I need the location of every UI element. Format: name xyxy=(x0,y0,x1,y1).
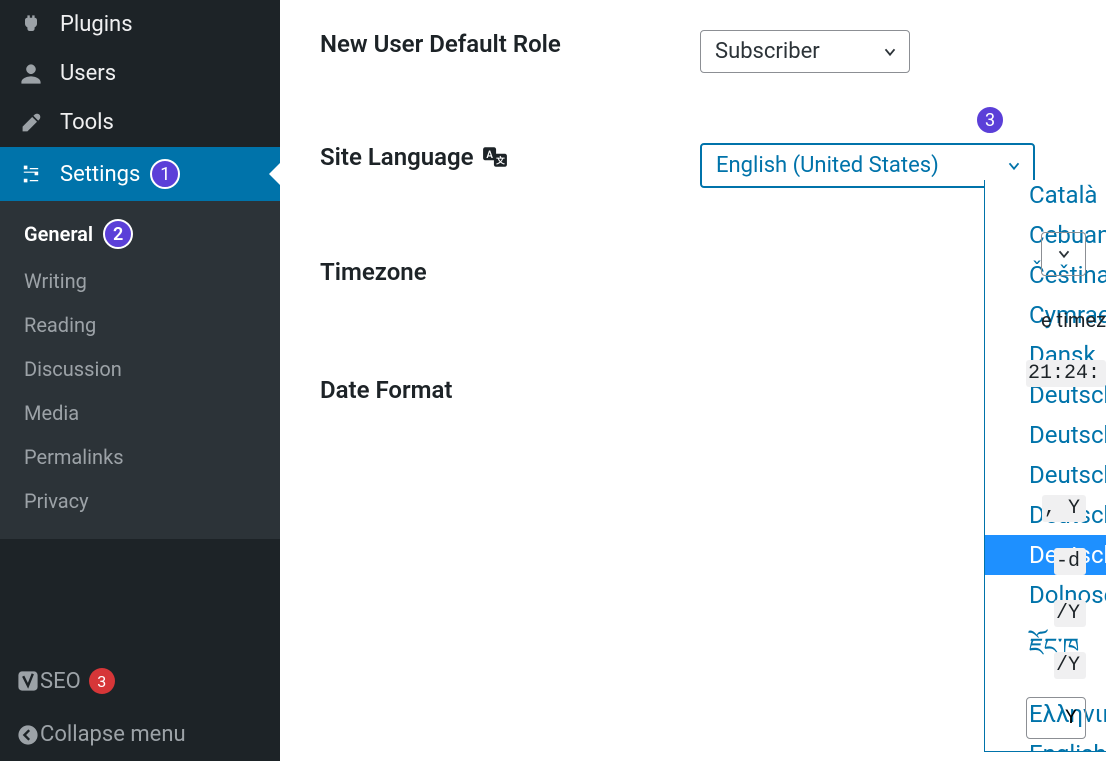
language-option[interactable]: Deutsch xyxy=(985,455,1106,495)
select-timezone[interactable] xyxy=(1041,232,1086,276)
annotation-3: 3 xyxy=(975,105,1005,135)
chevron-down-icon xyxy=(1005,157,1023,175)
menu-label: Plugins xyxy=(60,12,133,37)
dateformat-code-2: -d xyxy=(1054,548,1086,575)
svg-text:文: 文 xyxy=(495,155,505,167)
language-option[interactable]: Deutsch (Österreich) xyxy=(985,535,1106,575)
chevron-down-icon xyxy=(881,43,899,61)
label-default-role: New User Default Role xyxy=(320,30,700,58)
submenu-general[interactable]: General 2 xyxy=(0,209,280,259)
row-default-role: New User Default Role Subscriber xyxy=(320,30,1066,73)
dateformat-custom-input[interactable]: Y xyxy=(1026,697,1086,739)
menu-label: Collapse menu xyxy=(40,722,186,747)
yoast-icon xyxy=(16,669,40,693)
menu-item-plugins[interactable]: Plugins xyxy=(0,0,280,49)
select-value: Subscriber xyxy=(715,39,820,64)
translate-icon: A文 xyxy=(482,144,508,170)
menu-label: Tools xyxy=(60,110,114,135)
language-option[interactable]: Català xyxy=(985,180,1106,215)
svg-text:A: A xyxy=(486,150,493,161)
menu-item-settings[interactable]: Settings 1 xyxy=(0,147,280,201)
dateformat-code-4: /Y xyxy=(1054,652,1086,679)
dateformat-code-3: /Y xyxy=(1054,600,1086,627)
annotation-1: 1 xyxy=(150,159,180,189)
select-value: English (United States) xyxy=(716,153,939,178)
menu-label: Users xyxy=(60,61,116,86)
annotation-2: 2 xyxy=(103,219,133,249)
seo-count-badge: 3 xyxy=(89,668,115,694)
menu-item-users[interactable]: Users xyxy=(0,49,280,98)
label-timezone: Timezone xyxy=(320,258,700,286)
sidebar-footer: SEO 3 Collapse menu xyxy=(0,654,280,761)
menu-item-seo[interactable]: SEO 3 xyxy=(0,654,280,708)
menu-label: SEO xyxy=(40,669,81,694)
label-date-format: Date Format xyxy=(320,376,700,404)
submenu-media[interactable]: Media xyxy=(0,391,280,435)
sidebar-spacer xyxy=(0,539,280,654)
submenu-writing[interactable]: Writing xyxy=(0,259,280,303)
submenu-permalinks[interactable]: Permalinks xyxy=(0,435,280,479)
select-default-role[interactable]: Subscriber xyxy=(700,30,910,73)
admin-sidebar: Plugins Users Tools Settings 1 General 2… xyxy=(0,0,280,761)
wrench-icon xyxy=(16,111,46,135)
dateformat-code-1: , Y xyxy=(1042,495,1086,522)
collapse-icon xyxy=(16,723,40,747)
label-site-language: Site Language A文 xyxy=(320,143,700,171)
language-option[interactable]: Deutsch (Sie) xyxy=(985,415,1106,455)
sliders-icon xyxy=(16,162,46,186)
menu-item-tools[interactable]: Tools xyxy=(0,98,280,147)
language-option[interactable]: ཇོང་ཁ xyxy=(985,615,1106,694)
submenu-privacy[interactable]: Privacy xyxy=(0,479,280,523)
submenu-reading[interactable]: Reading xyxy=(0,303,280,347)
settings-submenu: General 2 Writing Reading Discussion Med… xyxy=(0,201,280,539)
row-date-format: Date Format xyxy=(320,376,1066,404)
language-option[interactable]: Dolnoserbšćina xyxy=(985,575,1106,615)
collapse-menu-button[interactable]: Collapse menu xyxy=(0,708,280,761)
timezone-hint-fragment: e timez xyxy=(1041,308,1106,332)
row-site-language: Site Language A文 English (United States) xyxy=(320,143,1066,188)
row-timezone: Timezone xyxy=(320,258,1066,286)
chevron-down-icon xyxy=(1055,245,1073,263)
users-icon xyxy=(16,62,46,86)
menu-label: Settings xyxy=(60,162,140,187)
plug-icon xyxy=(16,13,46,37)
submenu-discussion[interactable]: Discussion xyxy=(0,347,280,391)
utc-time-fragment: 21:24: xyxy=(1026,360,1106,387)
settings-general-form: New User Default Role Subscriber Site La… xyxy=(280,0,1106,761)
